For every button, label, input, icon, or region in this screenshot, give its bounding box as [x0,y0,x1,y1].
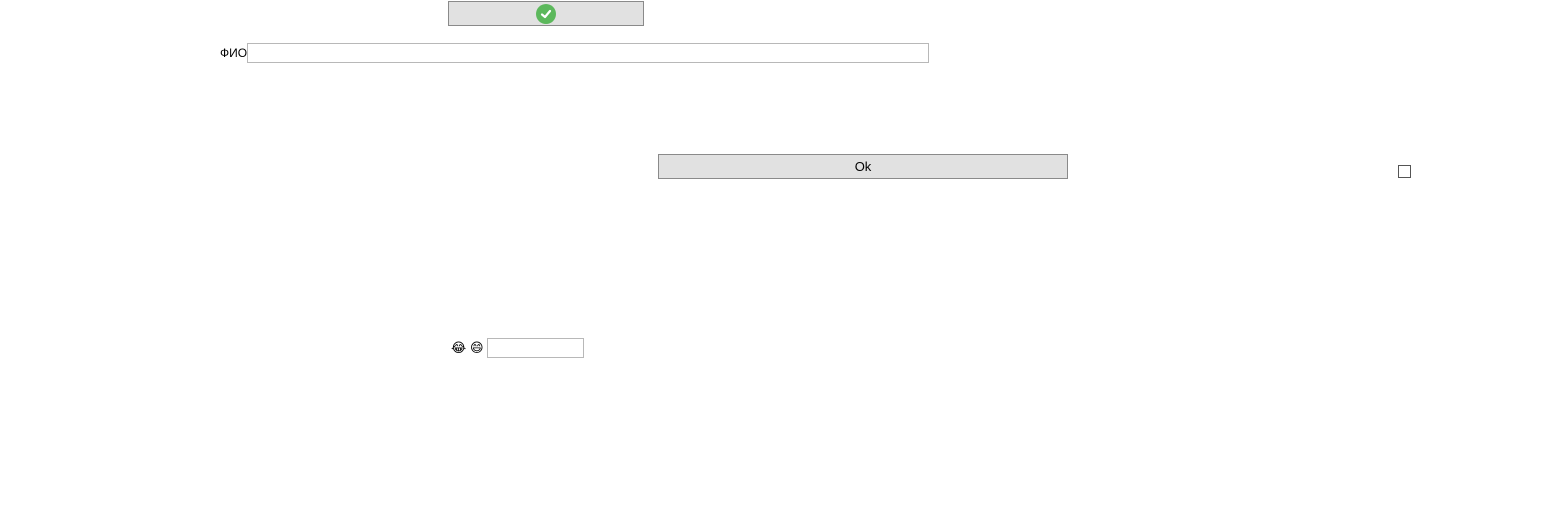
grinning-emoji-icon[interactable]: 😄 [470,340,485,355]
confirm-button[interactable] [448,1,644,26]
checkbox[interactable] [1398,165,1411,178]
ok-button[interactable]: Ok [658,154,1068,179]
check-circle-icon [536,3,556,24]
fio-field[interactable] [247,43,929,63]
text-input[interactable] [487,338,584,358]
laughing-emoji-icon[interactable]: 😂 [451,340,466,355]
fio-label: ФИО [220,46,248,60]
